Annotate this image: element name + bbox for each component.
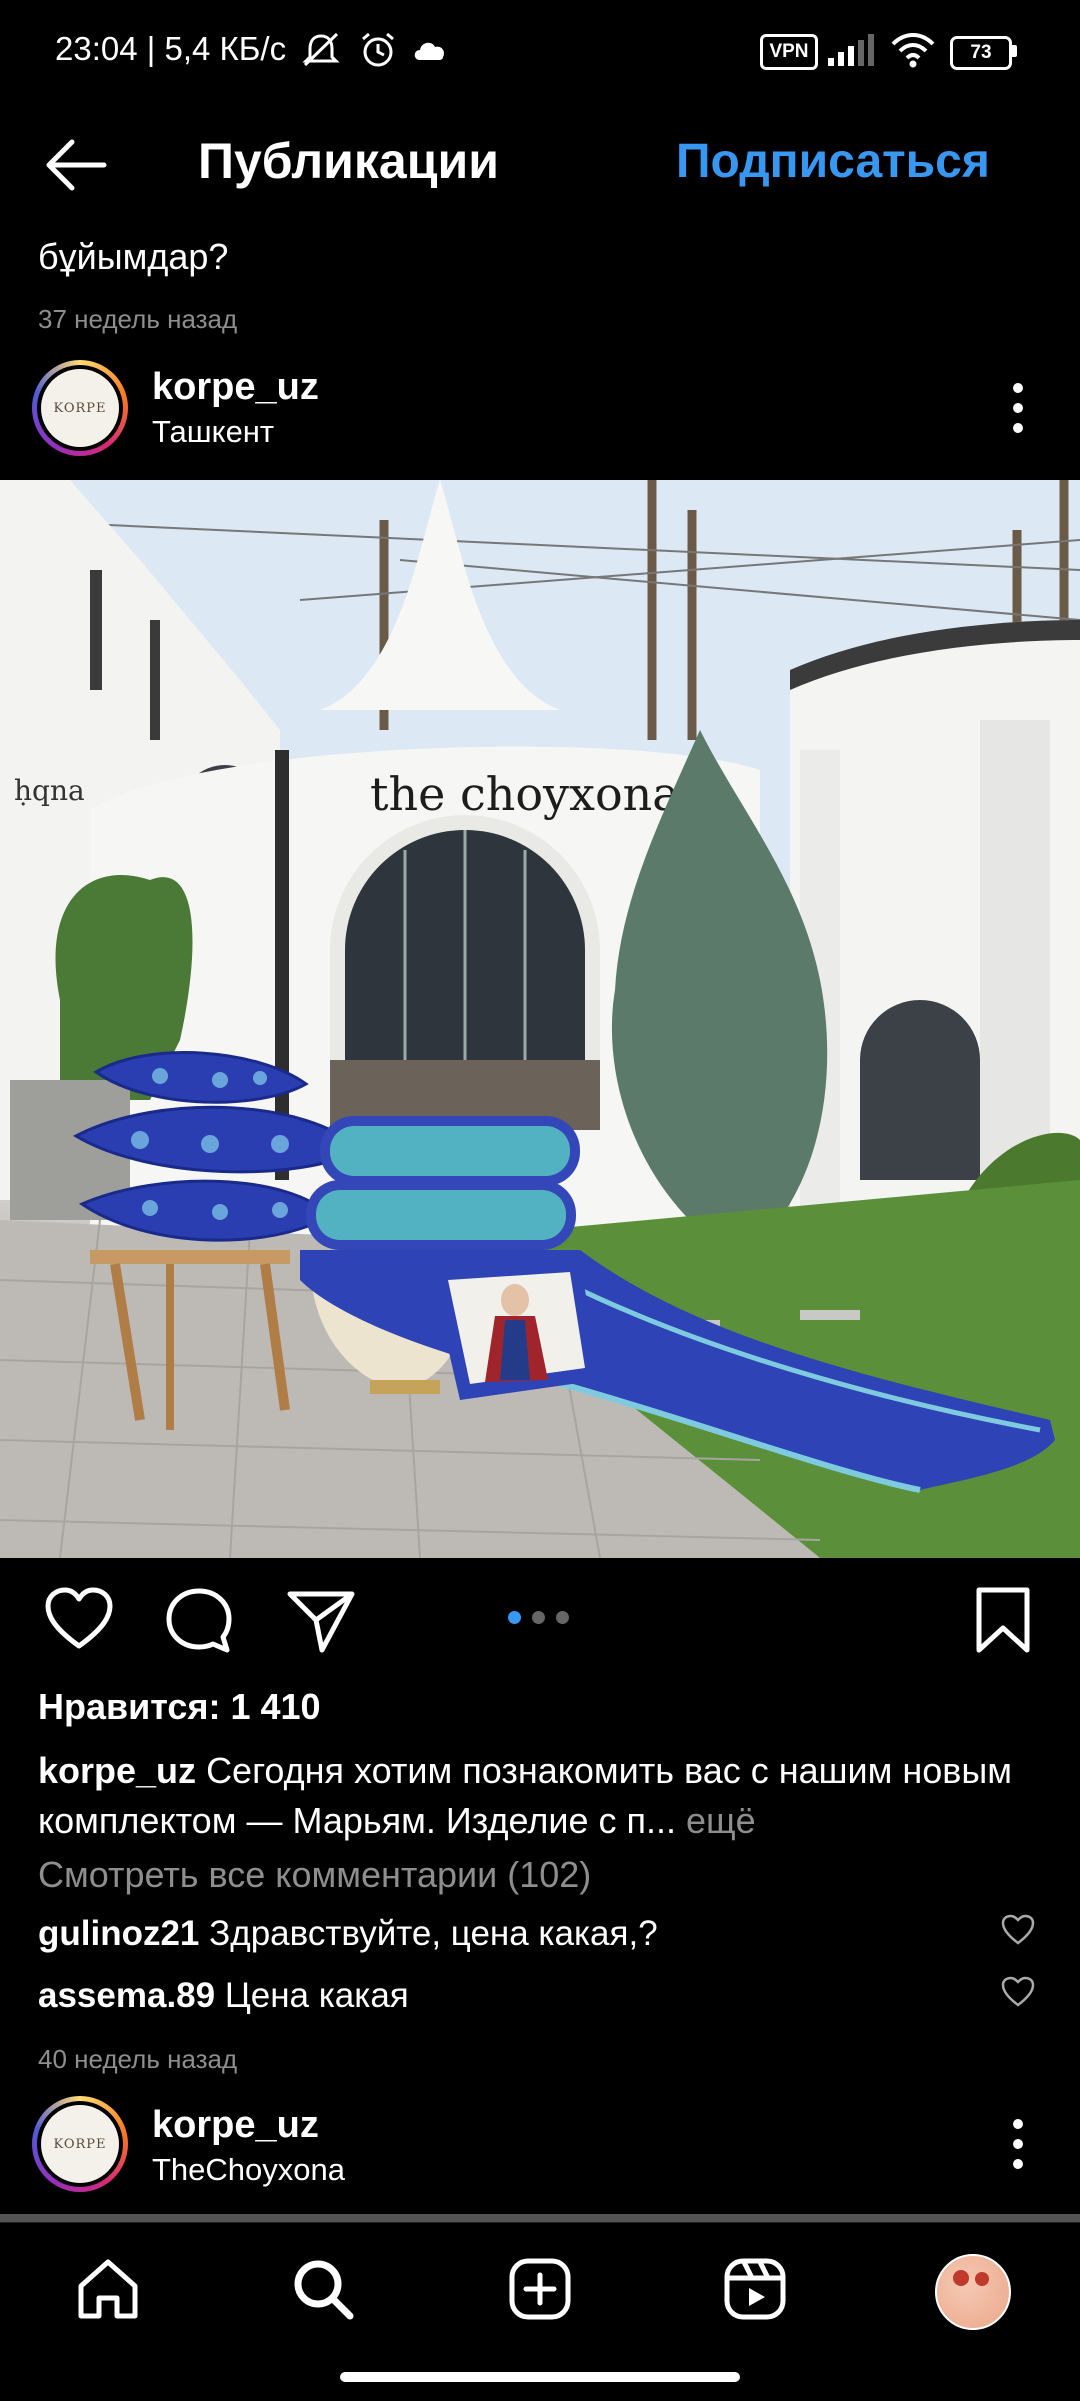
choyxona-sign: the choyxona (370, 767, 680, 821)
follow-button[interactable]: Подписаться (676, 134, 990, 189)
status-time: 23:04 | 5,4 КБ/с (55, 30, 287, 67)
search-icon[interactable] (290, 2256, 356, 2322)
comment-row: assema.89 Цена какая (38, 1976, 409, 2016)
previous-caption: бұйымдар? (38, 236, 229, 277)
avatar-logo: KORPE (41, 2105, 119, 2183)
post-username[interactable]: korpe_uz (152, 366, 319, 409)
next-post-image-edge (0, 2214, 1080, 2222)
status-bar: 23:04 | 5,4 КБ/с VPN 73 (0, 0, 1080, 100)
comment-row: gulinoz21 Здравствуйте, цена какая,? (38, 1914, 658, 1954)
mute-icon (302, 32, 340, 67)
avatar-logo: KORPE (41, 369, 119, 447)
comment-username[interactable]: assema.89 (38, 1976, 215, 2015)
cloud-icon (414, 42, 445, 60)
caption-username[interactable]: korpe_uz (38, 1750, 196, 1791)
page-title: Публикации (198, 133, 499, 189)
carousel-dot (556, 1611, 569, 1624)
post-location[interactable]: Ташкент (152, 414, 274, 450)
svg-text:ḥqna: ḥqna (14, 774, 85, 807)
next-post-avatar[interactable]: KORPE (32, 2096, 128, 2192)
post-photo: ḥqna the choyxona (0, 480, 1080, 1558)
comment-like-icon[interactable] (1001, 1976, 1035, 2010)
more-options-icon[interactable] (1008, 378, 1028, 438)
alarm-icon (362, 32, 394, 67)
post-image[interactable]: ḥqna the choyxona (0, 480, 1080, 1558)
comment-text: Здравствуйте, цена какая,? (209, 1914, 658, 1953)
caption-more-link[interactable]: ещё (686, 1800, 756, 1841)
header: Публикации Подписаться (0, 110, 1080, 220)
signal-icon (828, 34, 874, 66)
likes-count[interactable]: Нравится: 1 410 (38, 1686, 321, 1728)
battery-indicator: 73 (950, 36, 1012, 70)
comment-like-icon[interactable] (1001, 1914, 1035, 1948)
system-home-indicator[interactable] (340, 2372, 740, 2382)
reels-icon[interactable] (722, 2256, 788, 2322)
vpn-badge: VPN (760, 34, 818, 70)
view-all-comments-link[interactable]: Смотреть все комментарии (102) (38, 1854, 591, 1896)
like-heart-icon[interactable] (44, 1586, 114, 1656)
post-caption[interactable]: korpe_uz Сегодня хотим познакомить вас с… (38, 1746, 1038, 1846)
carousel-dot-active (508, 1611, 521, 1624)
comment-username[interactable]: gulinoz21 (38, 1914, 199, 1953)
battery-tip (1012, 45, 1017, 57)
comment-text: Цена какая (224, 1976, 409, 2015)
next-post-username[interactable]: korpe_uz (152, 2104, 319, 2147)
carousel-dot (532, 1611, 545, 1624)
more-options-icon[interactable] (1008, 2114, 1028, 2174)
next-post-location[interactable]: TheChoyxona (152, 2152, 345, 2188)
avatar[interactable]: KORPE (32, 360, 128, 456)
back-arrow-icon[interactable] (44, 136, 110, 194)
profile-avatar[interactable] (935, 2254, 1011, 2330)
comment-bubble-icon[interactable] (164, 1586, 234, 1656)
wifi-icon (891, 33, 935, 68)
home-icon[interactable] (75, 2256, 141, 2322)
share-send-icon[interactable] (286, 1586, 356, 1656)
post-time-ago: 40 недель назад (38, 2044, 238, 2074)
create-post-icon[interactable] (507, 2256, 573, 2322)
bookmark-save-icon[interactable] (968, 1586, 1038, 1656)
previous-time-ago: 37 недель назад (38, 304, 238, 334)
